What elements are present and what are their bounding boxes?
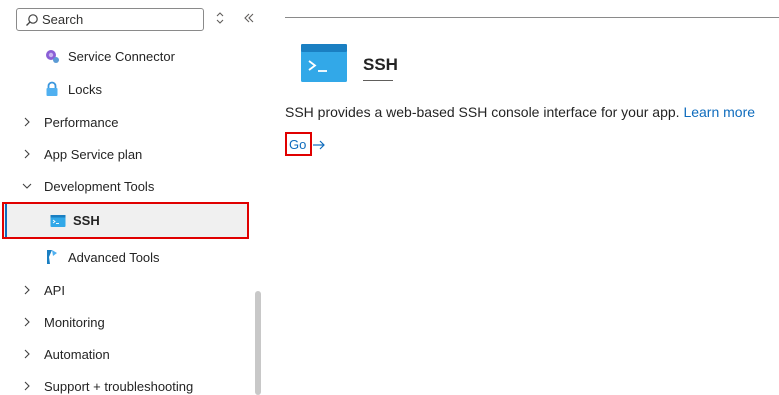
chevron-right-icon bbox=[24, 285, 30, 295]
selection-indicator bbox=[5, 204, 7, 237]
chevron-down-icon bbox=[22, 183, 32, 189]
arrow-right-icon[interactable] bbox=[312, 138, 326, 152]
double-chevron-left-icon[interactable] bbox=[241, 10, 257, 26]
sidebar-item-monitoring[interactable]: Monitoring bbox=[0, 306, 250, 338]
sidebar-item-label: App Service plan bbox=[44, 146, 143, 162]
chevron-right-icon bbox=[24, 349, 30, 359]
learn-more-link[interactable]: Learn more bbox=[683, 104, 755, 120]
up-down-icon[interactable] bbox=[212, 10, 228, 26]
sidebar-item-label: Monitoring bbox=[44, 314, 105, 330]
sidebar-item-advanced-tools[interactable]: Advanced Tools bbox=[0, 241, 250, 273]
page-title: SSH bbox=[363, 55, 398, 74]
sidebar-scrollbar-thumb[interactable] bbox=[255, 291, 261, 395]
title-underline bbox=[363, 80, 393, 81]
search-icon bbox=[26, 14, 38, 26]
sidebar: Search Service Connector Locks Performan… bbox=[0, 0, 254, 395]
search-placeholder: Search bbox=[42, 12, 84, 27]
ssh-console-icon bbox=[301, 44, 347, 82]
sidebar-item-performance[interactable]: Performance bbox=[0, 106, 250, 138]
chevron-right-icon bbox=[24, 117, 30, 127]
sidebar-item-label: Support + troubleshooting bbox=[44, 378, 194, 394]
lock-icon bbox=[46, 81, 58, 96]
sidebar-item-service-connector[interactable]: Service Connector bbox=[0, 40, 250, 72]
advanced-tools-icon bbox=[47, 250, 57, 264]
sidebar-item-locks[interactable]: Locks bbox=[0, 73, 250, 105]
description: SSH provides a web-based SSH console int… bbox=[285, 104, 755, 120]
search-input[interactable]: Search bbox=[16, 8, 204, 31]
sidebar-item-label: Automation bbox=[44, 346, 110, 362]
sidebar-item-api[interactable]: API bbox=[0, 274, 250, 306]
sidebar-item-label: Service Connector bbox=[68, 48, 175, 64]
sidebar-item-label: SSH bbox=[73, 213, 100, 228]
sidebar-item-automation[interactable]: Automation bbox=[0, 338, 250, 370]
chevron-right-icon bbox=[24, 317, 30, 327]
sidebar-item-ssh[interactable]: SSH bbox=[2, 202, 249, 239]
description-text: SSH provides a web-based SSH console int… bbox=[285, 104, 680, 120]
sidebar-item-support-troubleshooting[interactable]: Support + troubleshooting bbox=[0, 370, 250, 395]
go-link[interactable]: Go bbox=[289, 137, 306, 152]
ssh-icon bbox=[50, 214, 66, 227]
chevron-right-icon bbox=[24, 149, 30, 159]
sidebar-item-label: Development Tools bbox=[44, 178, 155, 194]
sidebar-item-development-tools[interactable]: Development Tools bbox=[0, 170, 250, 202]
header-divider bbox=[285, 17, 779, 18]
sidebar-item-label: Performance bbox=[44, 114, 119, 130]
sidebar-item-app-service-plan[interactable]: App Service plan bbox=[0, 138, 250, 170]
sidebar-item-label: Advanced Tools bbox=[68, 249, 160, 265]
sidebar-item-label: API bbox=[44, 282, 65, 298]
chevron-right-icon bbox=[24, 381, 30, 391]
service-connector-icon bbox=[46, 50, 59, 63]
sidebar-item-label: Locks bbox=[68, 81, 102, 97]
